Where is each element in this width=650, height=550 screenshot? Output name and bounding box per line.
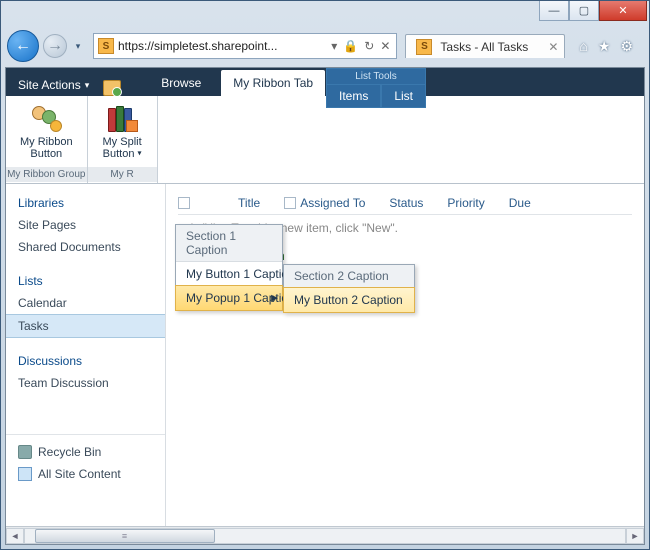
- my-split-button[interactable]: My SplitButton ▾: [99, 100, 146, 162]
- sidebar-heading-libraries[interactable]: Libraries: [6, 192, 165, 214]
- favicon-icon: S: [98, 38, 114, 54]
- select-all-checkbox[interactable]: [178, 197, 190, 209]
- menu-item-button-2[interactable]: My Button 2 Caption: [283, 287, 415, 313]
- menu-section-2-caption: Section 2 Caption: [284, 265, 414, 288]
- window-maximize-button[interactable]: ▢: [569, 1, 599, 21]
- url-text: https://simpletest.sharepoint...: [118, 39, 325, 53]
- home-icon[interactable]: ⌂: [579, 38, 587, 55]
- refresh-icon[interactable]: ↻: [364, 39, 374, 53]
- column-assigned-to[interactable]: Assigned To: [300, 196, 365, 210]
- my-ribbon-button[interactable]: My RibbonButton: [16, 100, 77, 162]
- ribbon-tab-list[interactable]: List: [381, 84, 426, 108]
- window-close-button[interactable]: ✕: [599, 1, 647, 21]
- scroll-right-button[interactable]: ►: [626, 528, 644, 544]
- menu-item-button-1[interactable]: My Button 1 Caption: [176, 262, 282, 286]
- nav-forward-button[interactable]: →: [43, 34, 67, 58]
- people-icon: [30, 104, 62, 132]
- favicon-icon: S: [416, 39, 432, 55]
- column-priority[interactable]: Priority: [447, 196, 484, 210]
- my-split-button-label: My SplitButton ▾: [103, 136, 142, 160]
- list-column-header-row: Title Assigned To Status Priority Due: [178, 192, 632, 215]
- horizontal-scrollbar: ◄ ≡ ►: [6, 526, 644, 544]
- window-minimize-button[interactable]: —: [539, 1, 569, 21]
- my-ribbon-button-label: My RibbonButton: [20, 136, 73, 160]
- favorites-icon[interactable]: ★: [598, 38, 611, 55]
- address-bar[interactable]: S https://simpletest.sharepoint... ▾ 🔒 ↻…: [93, 33, 397, 59]
- site-actions-menu[interactable]: Site Actions: [12, 74, 95, 96]
- all-content-icon: [18, 467, 32, 481]
- ribbon-tab-browse[interactable]: Browse: [149, 70, 213, 96]
- sidebar-heading-lists[interactable]: Lists: [6, 270, 165, 292]
- sidebar-item-recycle-bin[interactable]: Recycle Bin: [6, 441, 165, 463]
- sidebar-item-shared-documents[interactable]: Shared Documents: [6, 236, 165, 258]
- ribbon-tab-custom[interactable]: My Ribbon Tab: [221, 70, 325, 96]
- list-tools-contextual-group: List Tools Items List: [326, 68, 426, 108]
- scroll-left-button[interactable]: ◄: [6, 528, 24, 544]
- sidebar-item-site-pages[interactable]: Site Pages: [6, 214, 165, 236]
- list-tools-label: List Tools: [326, 68, 426, 84]
- browser-tab-title: Tasks - All Tasks: [440, 40, 528, 54]
- nav-back-button[interactable]: ←: [7, 30, 39, 62]
- scroll-thumb[interactable]: ≡: [35, 529, 215, 543]
- navigate-up-icon[interactable]: [103, 80, 121, 96]
- books-icon: [106, 104, 138, 132]
- sidebar-item-all-site-content[interactable]: All Site Content: [6, 463, 165, 485]
- browser-tab[interactable]: S Tasks - All Tasks ✕: [405, 34, 565, 58]
- column-due[interactable]: Due: [509, 196, 531, 210]
- submenu-arrow-icon: ▶: [271, 293, 278, 304]
- column-title[interactable]: Title: [238, 196, 260, 210]
- lock-icon[interactable]: 🔒: [343, 39, 358, 53]
- split-button-menu: Section 1 Caption My Button 1 Caption My…: [175, 224, 283, 311]
- popup-1-submenu: Section 2 Caption My Button 2 Caption: [283, 264, 415, 313]
- url-dropdown-icon[interactable]: ▾: [331, 39, 337, 53]
- ribbon-group-2-label: My R: [88, 167, 157, 182]
- menu-item-popup-1[interactable]: My Popup 1 Caption▶: [175, 285, 283, 311]
- settings-gear-icon[interactable]: ⚙: [620, 38, 633, 55]
- ribbon-group-1-label: My Ribbon Group: [6, 167, 87, 182]
- nav-history-dropdown[interactable]: ▾: [71, 34, 85, 58]
- tab-close-icon[interactable]: ✕: [548, 40, 558, 54]
- column-checkbox-icon: [284, 197, 296, 209]
- sidebar-item-tasks[interactable]: Tasks: [6, 314, 165, 338]
- sidebar-heading-discussions[interactable]: Discussions: [6, 350, 165, 372]
- recycle-bin-icon: [18, 445, 32, 459]
- sidebar-item-calendar[interactable]: Calendar: [6, 292, 165, 314]
- ribbon-group-1: My RibbonButton My Ribbon Group: [6, 96, 88, 183]
- ribbon-group-2: My SplitButton ▾ My R: [88, 96, 158, 183]
- ribbon-tab-items[interactable]: Items: [326, 84, 381, 108]
- stop-icon[interactable]: ✕: [380, 39, 390, 53]
- column-status[interactable]: Status: [389, 196, 423, 210]
- window-titlebar: — ▢ ✕: [1, 1, 649, 29]
- menu-section-1-caption: Section 1 Caption: [176, 225, 282, 262]
- quick-launch-sidebar: Libraries Site Pages Shared Documents Li…: [6, 184, 166, 526]
- scroll-track[interactable]: ≡: [24, 528, 626, 544]
- sidebar-item-team-discussion[interactable]: Team Discussion: [6, 372, 165, 394]
